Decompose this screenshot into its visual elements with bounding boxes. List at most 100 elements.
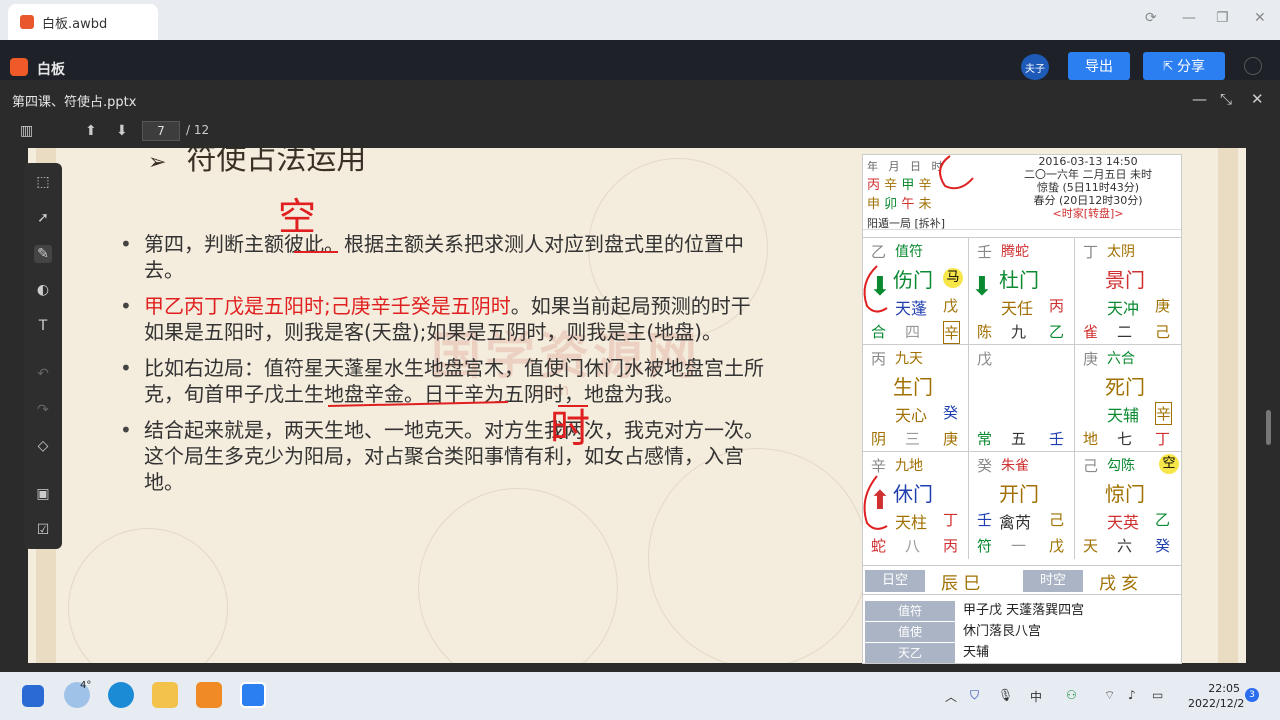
pillar-stems: 丙 辛 甲 辛 [867,176,945,195]
microphone-icon[interactable]: 🎙 [998,688,1013,702]
select-region-icon[interactable]: ⬚ [34,173,52,191]
wifi-icon[interactable]: ⌔ [1104,688,1115,703]
share-button[interactable]: ⇱ 分享 [1143,52,1225,80]
page-number-input[interactable]: 7 [142,121,180,141]
zhishi-label: 值使 [865,622,955,642]
pillar-month: 月 [888,160,900,173]
eraser-icon[interactable]: ◇ [34,437,52,455]
stem: 辛 [918,178,932,193]
chart-mode: <时家[转盘]> [1052,207,1124,220]
doc-close-icon[interactable]: ✕ [1251,90,1264,108]
cell-bottom-left: 符 [977,537,993,555]
system-clock[interactable]: 22:05 2022/12/2 [1188,681,1244,711]
cell-stem: 乙 [871,243,887,261]
palace-cell: 丁 太阴 景门 天冲 庚 雀 二 己 [1075,238,1181,345]
zhifu-row: 值符 甲子戊 天蓬落巽四宫 [863,601,1181,621]
qimen-chart-panel: 年 月 日 时 丙 辛 甲 辛 申 卯 午 未 阳遁一局 [拆补] 2016-0… [862,154,1182,664]
refresh-icon[interactable]: ⟳ [1145,10,1157,26]
prev-page-icon[interactable]: ⬆ [85,123,97,139]
share-icon: ⇱ [1162,59,1174,73]
next-page-icon[interactable]: ⬇ [116,123,128,139]
zhifu-table: 值符 甲子戊 天蓬落巽四宫 值使 休门落艮八宫 天乙 天辅 [863,601,1181,663]
cell-star: 天心 [895,406,928,425]
down-arrow-icon: ⬇ [869,272,891,302]
decor-flower [418,488,618,663]
battery-icon[interactable]: ▭ [1152,688,1163,702]
notification-badge[interactable]: 3 [1245,688,1259,702]
close-icon[interactable]: ✕ [1254,10,1266,26]
input-method-icon[interactable]: 中 [1030,688,1042,705]
cell-god: 勾陈 [1107,458,1135,474]
tianyi-value: 天辅 [963,645,990,660]
cell-star: 天辅 [1107,406,1140,425]
edge-icon[interactable] [108,682,134,708]
globe-icon[interactable] [1244,57,1262,75]
export-button[interactable]: 导出 [1068,52,1130,80]
cell-stem: 辛 [871,457,887,475]
weather-temp: 4° [80,680,92,691]
cell-door: 杜门 [999,268,1039,292]
minimize-icon[interactable]: — [1182,10,1196,26]
chart-lunar: 二〇一六年 二月五日 未时 [1024,168,1152,181]
sidebar-toggle-icon[interactable]: ▥ [20,123,33,139]
wechat-icon[interactable]: ⚇ [1066,688,1077,702]
cell-bottom-right: 乙 [1049,323,1065,341]
shape-icon[interactable]: ◐ [34,281,52,299]
palace-cell: 己 勾陈 空 惊门 天英 乙 天 六 癸 [1075,452,1181,559]
cell-bottom-mid: 八 [905,537,921,555]
cell-door: 惊门 [1105,482,1145,506]
cell-god: 六合 [1107,351,1135,367]
cell-stem: 戊 [977,350,993,368]
browser-tab[interactable]: 白板.awbd [8,4,158,40]
doc-minimize-icon[interactable]: — [1192,90,1207,108]
text-icon[interactable]: T [34,317,52,335]
cell-bottom-left: 蛇 [871,537,887,555]
toolbox-icon[interactable]: ▣ [34,485,52,503]
bullet-item: 比如右边局：值符星天蓬星水生地盘宫木，值使门休门水被地盘宫土所克，旬首甲子戊土生… [120,355,770,407]
volume-icon[interactable]: ♪ [1128,688,1136,702]
chart-datetime: 2016-03-13 14:50 [1038,155,1138,168]
app-icon[interactable] [196,682,222,708]
cell-badge: 马 [943,268,963,288]
restore-icon[interactable]: ❐ [1216,10,1229,26]
zhifu-value: 甲子戊 天蓬落巽四宫 [963,603,1085,618]
app-logo-icon [10,58,28,76]
stem: 丙 [867,178,881,193]
cell-god: 九天 [895,351,923,367]
nine-palace-grid: 乙 值符 伤门 马 天蓬 戊 合 四 辛 ⬇ 壬 腾蛇 杜门 天任 丙 陈 九 … [863,237,1181,559]
file-explorer-icon[interactable] [152,682,178,708]
shi-kong-label: 时空 [1023,570,1083,592]
whiteboard-app-icon[interactable] [240,682,266,708]
ri-kong-value: 辰 巳 [941,574,981,594]
start-icon[interactable] [22,685,44,707]
bullet-text: 结合起来就是，两天生地、一地克天。对方生我两次，我克对方一次。这个局生多克少为阳… [144,418,764,494]
security-icon[interactable]: ⛉ [970,688,979,703]
chart-meta: 2016-03-13 14:50 二〇一六年 二月五日 未时 惊蛰 (5日11时… [1003,155,1173,220]
cell-door: 开门 [999,482,1039,506]
cell-stem: 癸 [977,457,993,475]
share-label: 分享 [1177,59,1206,75]
palace-cell: 戊 常 五 壬 [969,345,1075,452]
pen-icon[interactable]: ✎ [34,245,52,263]
zhifu-label: 值符 [865,601,955,621]
branch: 未 [918,197,932,212]
scrollbar[interactable] [1266,410,1271,445]
branch: 卯 [884,197,898,212]
cell-god: 太阴 [1107,244,1135,260]
cell-stem: 庚 [1083,350,1099,368]
redo-icon[interactable]: ↷ [34,401,52,419]
avatar[interactable]: 夫子 [1021,54,1049,80]
ri-kong-label: 日空 [865,570,925,592]
undo-icon[interactable]: ↶ [34,365,52,383]
cell-star: 天冲 [1107,299,1140,318]
pointer-icon[interactable]: ➚ [34,209,52,227]
tray-chevron-icon[interactable]: ︿ [945,688,957,705]
doc-expand-icon[interactable]: ⤡ [1220,90,1232,108]
title-arrow-icon: ➢ [148,150,167,175]
palace-cell: 丙 九天 生门 天心 癸 阴 三 庚 [863,345,969,452]
cell-stem: 壬 [977,243,993,261]
cell-bottom-mid: 二 [1117,323,1133,341]
branch: 午 [901,197,915,212]
zhishi-value: 休门落艮八宫 [963,624,1042,639]
edit-note-icon[interactable]: ☑ [34,521,52,539]
